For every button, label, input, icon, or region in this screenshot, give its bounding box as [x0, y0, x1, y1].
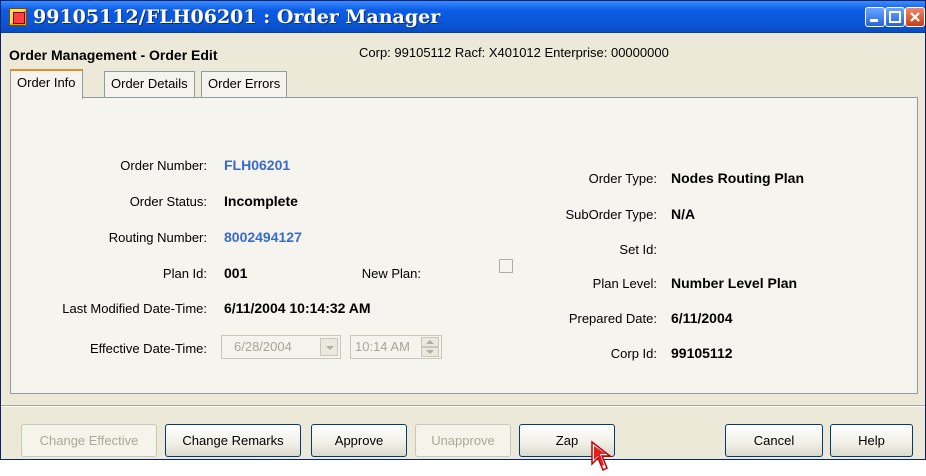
order-manager-window: 99105112/FLH06201 : Order Manager Order … [0, 0, 926, 460]
set-id-label: Set Id: [619, 242, 657, 257]
maximize-icon [889, 11, 901, 23]
mouse-cursor-icon [591, 440, 613, 472]
tab-order-errors[interactable]: Order Errors [201, 71, 288, 97]
cancel-button[interactable]: Cancel [725, 424, 823, 457]
routing-number-value[interactable]: 8002494127 [224, 229, 302, 245]
window-title: 99105112/FLH06201 : Order Manager [33, 6, 441, 28]
order-status-value: Incomplete [224, 193, 298, 209]
spin-up-icon[interactable] [421, 337, 439, 347]
prepared-date-value: 6/11/2004 [671, 310, 733, 326]
effective-time-spinner[interactable]: 10:14 AM [350, 335, 442, 359]
spin-down-icon[interactable] [421, 347, 439, 357]
plan-id-value: 001 [224, 265, 248, 281]
suborder-type-label: SubOrder Type: [565, 207, 657, 222]
time-spin-buttons[interactable] [421, 337, 439, 357]
order-status-label: Order Status: [129, 194, 207, 209]
effective-time-text: 10:14 AM [355, 339, 410, 354]
tab-order-details[interactable]: Order Details [104, 71, 195, 97]
change-effective-button[interactable]: Change Effective [21, 424, 157, 457]
prepared-date-label: Prepared Date: [568, 311, 657, 326]
minimize-button[interactable] [865, 7, 885, 27]
order-type-label: Order Type: [588, 171, 657, 186]
order-number-value[interactable]: FLH06201 [224, 157, 290, 173]
close-icon [910, 12, 920, 22]
order-type-value: Nodes Routing Plan [671, 170, 804, 186]
form-header-title: Order Management - Order Edit [9, 47, 218, 63]
form-header-info: Corp: 99105112 Racf: X401012 Enterprise:… [359, 45, 669, 60]
last-modified-value: 6/11/2004 10:14:32 AM [224, 300, 371, 316]
effective-date-picker[interactable]: 6/28/2004 [221, 335, 341, 359]
chevron-down-icon[interactable] [320, 338, 338, 356]
last-modified-label: Last Modified Date-Time: [62, 301, 207, 316]
maximize-button[interactable] [885, 7, 905, 27]
effective-date-text: 6/28/2004 [234, 339, 292, 354]
unapprove-button[interactable]: Unapprove [415, 424, 511, 457]
close-button[interactable] [905, 7, 925, 27]
order-number-label: Order Number: [120, 158, 207, 173]
corp-id-value: 99105112 [671, 345, 733, 361]
change-remarks-button[interactable]: Change Remarks [165, 424, 301, 457]
plan-level-label: Plan Level: [592, 276, 657, 291]
help-button[interactable]: Help [830, 424, 913, 457]
new-plan-checkbox[interactable] [499, 259, 513, 273]
approve-button[interactable]: Approve [311, 424, 407, 457]
corp-id-label: Corp Id: [610, 346, 657, 361]
routing-number-label: Routing Number: [108, 230, 207, 245]
effective-date-time-label: Effective Date-Time: [89, 341, 207, 356]
button-bar-divider [1, 405, 925, 407]
tab-order-info[interactable]: Order Info [10, 69, 83, 99]
new-plan-label: New Plan: [361, 266, 421, 281]
suborder-type-value: N/A [671, 206, 696, 222]
plan-id-label: Plan Id: [162, 266, 207, 281]
plan-level-value: Number Level Plan [671, 275, 798, 291]
title-bar[interactable]: 99105112/FLH06201 : Order Manager [1, 1, 925, 33]
app-icon[interactable] [9, 8, 27, 26]
minimize-icon [870, 19, 878, 22]
